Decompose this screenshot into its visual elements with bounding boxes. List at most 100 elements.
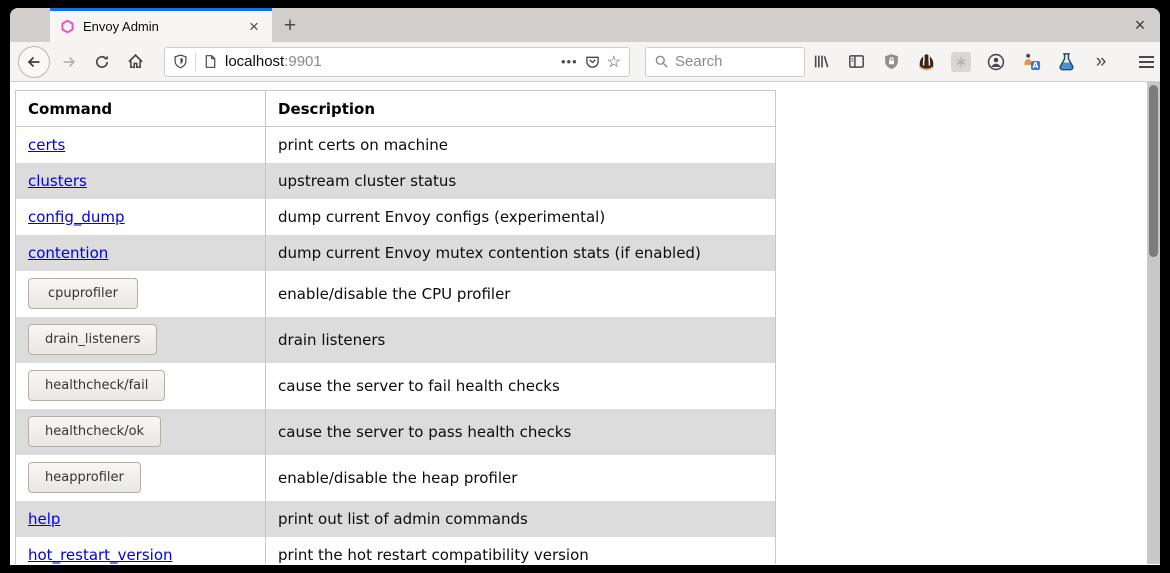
command-link[interactable]: help <box>28 510 60 528</box>
shield-lock-extension-button[interactable] <box>880 51 902 73</box>
tab-close-icon[interactable]: × <box>244 17 264 37</box>
tab-strip: Envoy Admin × + × <box>10 8 1160 42</box>
translate-icon: A <box>1022 52 1041 71</box>
description-cell: dump current Envoy configs (experimental… <box>266 199 776 235</box>
command-table: Command Description certs print certs on … <box>15 90 776 564</box>
scrollbar-thumb[interactable] <box>1149 85 1158 257</box>
translate-extension-button[interactable]: A <box>1020 51 1042 73</box>
badger-icon <box>917 52 936 71</box>
command-link[interactable]: hot_restart_version <box>28 546 173 564</box>
svg-text:A: A <box>1032 61 1038 70</box>
description-cell: drain listeners <box>266 317 776 363</box>
command-link[interactable]: contention <box>28 244 108 262</box>
privacy-badger-extension-button[interactable] <box>915 51 937 73</box>
back-arrow-icon <box>26 54 42 70</box>
account-icon <box>987 53 1005 71</box>
description-cell: upstream cluster status <box>266 163 776 199</box>
disabled-extension-button[interactable] <box>950 51 972 73</box>
table-row: healthcheck/fail cause the server to fail… <box>16 363 776 409</box>
table-row: cpuprofiler enable/disable the CPU profil… <box>16 271 776 317</box>
toolbar-extension-icons: A » <box>810 51 1112 73</box>
library-icon <box>813 53 830 70</box>
page-actions-icon[interactable]: ••• <box>561 54 578 69</box>
home-icon <box>127 53 144 70</box>
pocket-icon[interactable] <box>585 54 600 69</box>
menu-icon <box>1139 56 1154 58</box>
table-row: heapprofiler enable/disable the heap prof… <box>16 455 776 501</box>
command-button[interactable]: heapprofiler <box>28 462 141 493</box>
back-button[interactable] <box>18 46 50 78</box>
description-cell: print certs on machine <box>266 127 776 163</box>
command-button[interactable]: healthcheck/fail <box>28 370 165 401</box>
url-host: localhost <box>225 53 284 70</box>
home-button[interactable] <box>121 48 149 76</box>
table-row: hot_restart_version print the hot restart… <box>16 537 776 565</box>
table-row: clusters upstream cluster status <box>16 163 776 199</box>
browser-window: Envoy Admin × + × localhost:9901 <box>10 8 1160 565</box>
search-icon <box>654 54 669 69</box>
table-row: drain_listeners drain listeners <box>16 317 776 363</box>
column-header-command: Command <box>16 91 266 127</box>
navigation-toolbar: localhost:9901 ••• ☆ <box>10 42 1160 82</box>
tab-strip-fill <box>308 8 1120 42</box>
sidebar-icon <box>848 53 865 70</box>
command-link[interactable]: certs <box>28 136 65 154</box>
flask-extension-button[interactable] <box>1055 51 1077 73</box>
column-header-description: Description <box>266 91 776 127</box>
command-cell: certs <box>16 127 266 163</box>
disabled-extension-icon <box>951 52 971 72</box>
url-bar[interactable]: localhost:9901 ••• ☆ <box>164 47 630 77</box>
envoy-admin-page: Command Description certs print certs on … <box>10 82 1147 564</box>
tracking-protection-shield-icon[interactable] <box>173 54 188 69</box>
command-cell: config_dump <box>16 199 266 235</box>
search-input[interactable] <box>675 53 796 70</box>
table-row: config_dump dump current Envoy configs (e… <box>16 199 776 235</box>
command-link[interactable]: clusters <box>28 172 87 190</box>
description-cell: cause the server to pass health checks <box>266 409 776 455</box>
table-row: contention dump current Envoy mutex conte… <box>16 235 776 271</box>
vertical-scrollbar[interactable] <box>1147 82 1160 564</box>
reload-icon <box>94 54 110 70</box>
sidebar-button[interactable] <box>845 51 867 73</box>
command-cell: heapprofiler <box>16 455 266 501</box>
command-cell: drain_listeners <box>16 317 266 363</box>
tab-title: Envoy Admin <box>83 19 236 34</box>
command-button[interactable]: drain_listeners <box>28 324 157 355</box>
command-cell: healthcheck/ok <box>16 409 266 455</box>
reload-button[interactable] <box>88 48 116 76</box>
command-button[interactable]: healthcheck/ok <box>28 416 161 447</box>
page-info-icon[interactable] <box>203 54 218 69</box>
forward-button[interactable] <box>55 48 83 76</box>
tab-strip-spacer <box>10 8 50 42</box>
command-cell: healthcheck/fail <box>16 363 266 409</box>
screenshot-root: { "browser": { "tab": { "title": "Envoy … <box>0 0 1170 573</box>
overflow-chevron-icon: » <box>1096 52 1107 71</box>
tab-envoy-admin[interactable]: Envoy Admin × <box>50 8 272 42</box>
bookmark-star-icon[interactable]: ☆ <box>607 52 621 72</box>
command-button[interactable]: cpuprofiler <box>28 278 138 309</box>
description-cell: print the hot restart compatibility vers… <box>266 537 776 565</box>
envoy-favicon-icon <box>60 19 75 34</box>
account-button[interactable] <box>985 51 1007 73</box>
url-text[interactable]: localhost:9901 <box>225 53 554 70</box>
table-header-row: Command Description <box>16 91 776 127</box>
table-row: healthcheck/ok cause the server to pass h… <box>16 409 776 455</box>
overflow-menu-button[interactable]: » <box>1090 51 1112 73</box>
page-content: Command Description certs print certs on … <box>10 82 1160 564</box>
table-row: helpprint out list of admin commands <box>16 501 776 537</box>
description-cell: cause the server to fail health checks <box>266 363 776 409</box>
command-link[interactable]: config_dump <box>28 208 125 226</box>
command-cell: hot_restart_version <box>16 537 266 565</box>
urlbar-separator <box>195 53 196 71</box>
description-cell: enable/disable the CPU profiler <box>266 271 776 317</box>
window-close-button[interactable]: × <box>1120 8 1160 42</box>
new-tab-button[interactable]: + <box>272 8 308 42</box>
library-button[interactable] <box>810 51 832 73</box>
description-cell: enable/disable the heap profiler <box>266 455 776 501</box>
menu-button[interactable] <box>1139 48 1154 76</box>
search-bar[interactable] <box>645 47 805 77</box>
command-cell: clusters <box>16 163 266 199</box>
shield-lock-icon <box>883 53 900 70</box>
command-cell: help <box>16 501 266 537</box>
description-cell: dump current Envoy mutex contention stat… <box>266 235 776 271</box>
